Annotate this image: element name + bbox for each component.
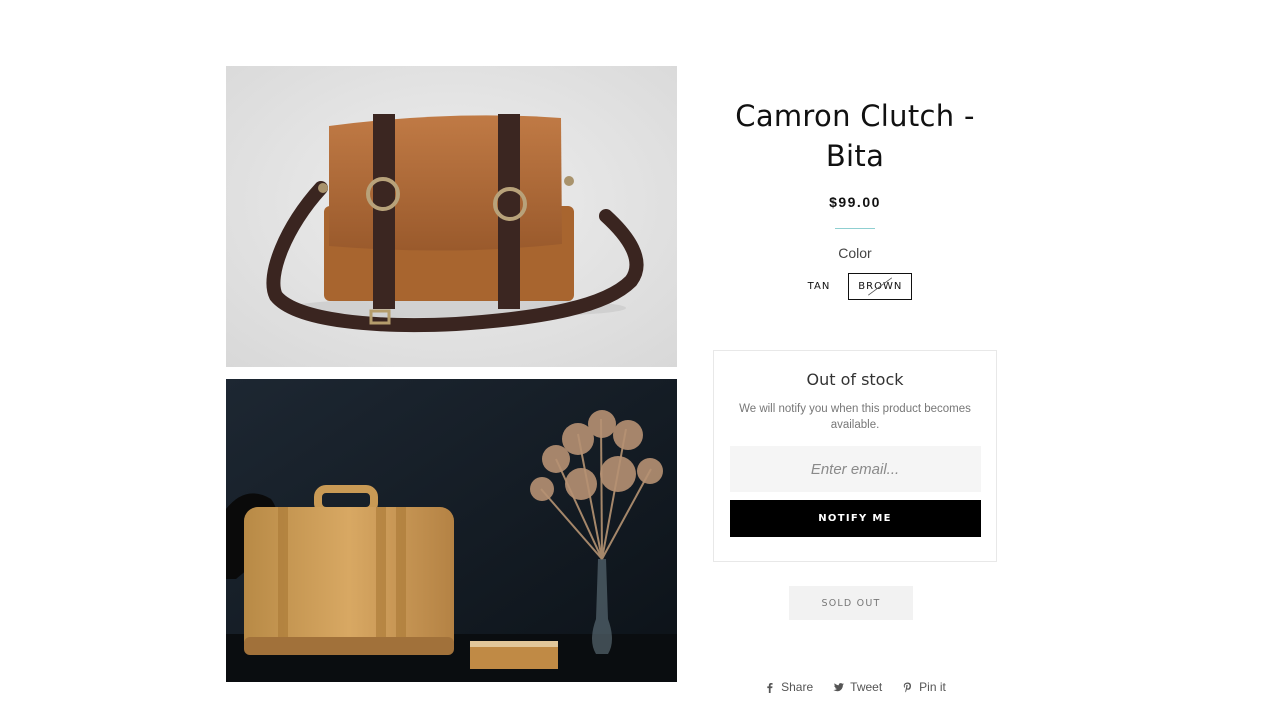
product-price: $99.00 bbox=[829, 194, 881, 210]
product-page: Camron Clutch - Bita $99.00 Color TAN BR… bbox=[0, 0, 1280, 720]
share-facebook-link[interactable]: Share bbox=[764, 680, 813, 694]
email-field[interactable] bbox=[729, 446, 981, 492]
product-info: Camron Clutch - Bita $99.00 Color TAN BR… bbox=[713, 96, 997, 300]
swatch-brown[interactable]: BROWN bbox=[848, 273, 913, 300]
swatch-brown-label: BROWN bbox=[858, 281, 903, 292]
color-swatches: TAN BROWN bbox=[713, 273, 997, 300]
swatch-tan[interactable]: TAN bbox=[798, 273, 841, 300]
share-pinterest-label: Pin it bbox=[919, 680, 946, 694]
divider bbox=[835, 228, 875, 229]
color-option-label: Color bbox=[838, 245, 872, 261]
notify-description: We will notify you when this product bec… bbox=[739, 403, 971, 431]
product-image-messenger-bag[interactable] bbox=[226, 66, 677, 367]
share-twitter-label: Tweet bbox=[850, 680, 883, 694]
notify-form: Out of stock We will notify you when thi… bbox=[713, 350, 997, 562]
product-image-suitcase[interactable] bbox=[226, 379, 677, 682]
share-twitter-link[interactable]: Tweet bbox=[833, 680, 882, 694]
twitter-icon bbox=[833, 682, 845, 691]
product-title: Camron Clutch - Bita bbox=[735, 99, 975, 173]
out-of-stock-title: Out of stock bbox=[806, 370, 904, 389]
share-facebook-label: Share bbox=[781, 680, 814, 694]
swatch-tan-label: TAN bbox=[807, 281, 831, 292]
pinterest-icon bbox=[903, 682, 912, 693]
notify-me-button[interactable]: NOTIFY ME bbox=[729, 500, 981, 537]
sold-out-button: SOLD OUT bbox=[789, 586, 913, 620]
social-share: Share Tweet Pin it bbox=[713, 680, 997, 694]
share-pinterest-link[interactable]: Pin it bbox=[902, 680, 946, 694]
facebook-icon bbox=[767, 682, 773, 693]
